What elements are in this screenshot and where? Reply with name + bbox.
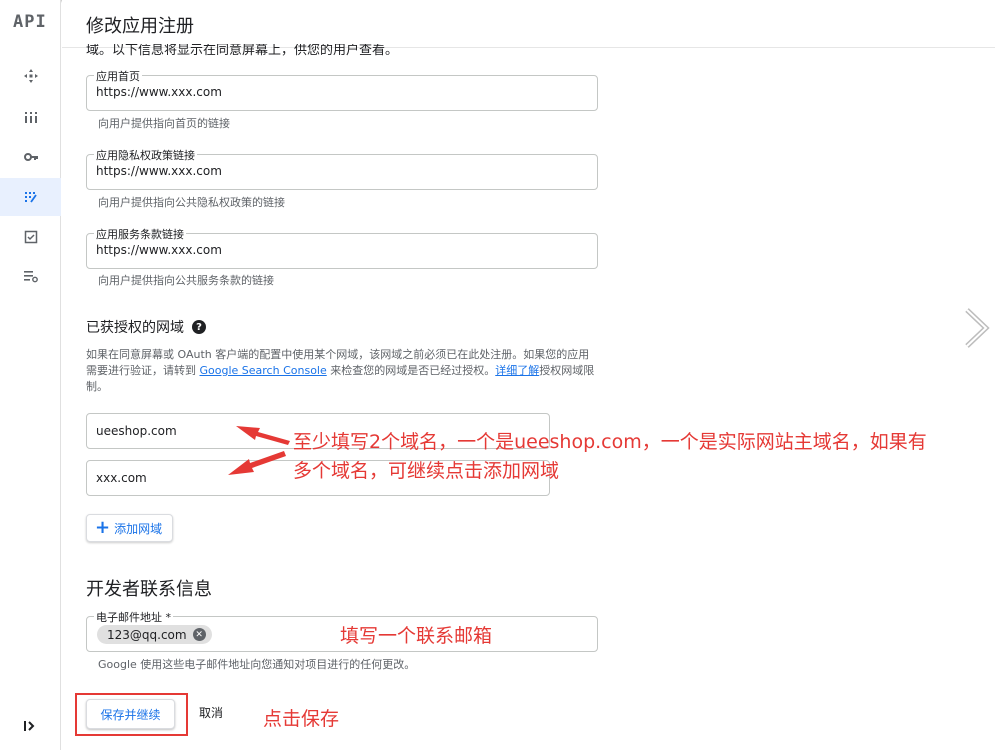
search-console-link[interactable]: Google Search Console [200,364,327,377]
tos-field[interactable]: 应用服务条款链接 https://www.xxx.com [86,226,598,269]
next-chevron-icon[interactable] [962,306,992,350]
privacy-value: https://www.xxx.com [96,164,222,178]
domain-verification-icon [24,230,37,244]
developer-contact-heading: 开发者联系信息 [86,579,212,600]
save-continue-button[interactable]: 保存并继续 [86,699,175,729]
tos-value: https://www.xxx.com [96,243,222,257]
privacy-field[interactable]: 应用隐私权政策链接 https://www.xxx.com [86,147,598,190]
email-chip-text: 123@qq.com [107,627,187,642]
tos-helper: 向用户提供指向公共服务条款的链接 [98,274,274,287]
api-logo: API [13,12,47,32]
tos-label: 应用服务条款链接 [94,226,186,242]
learn-more-link[interactable]: 详细了解 [495,364,539,377]
annotation-save: 点击保存 [263,708,340,730]
key-icon [23,153,38,161]
header: 修改应用注册 [62,0,995,48]
sidebar-item-dashboard[interactable] [0,57,61,95]
remove-chip-icon[interactable]: ✕ [192,628,206,641]
domain-value-1: ueeshop.com [96,424,177,438]
sidebar-item-domain-verification[interactable] [0,218,61,256]
homepage-value: https://www.xxx.com [96,85,222,99]
annotation-domains-line1: 至少填写2个域名，一个是ueeshop.com，一个是实际网站主域名，如果有 [293,431,927,453]
privacy-helper: 向用户提供指向公共隐私权政策的链接 [98,196,285,209]
library-icon [24,112,37,123]
cancel-button[interactable]: 取消 [199,704,223,721]
add-domain-label: 添加网域 [114,521,163,536]
sidebar-item-credentials[interactable] [0,138,61,176]
annotation-email: 填写一个联系邮箱 [340,625,493,647]
homepage-field[interactable]: 应用首页 https://www.xxx.com [86,68,598,111]
sidebar: API [0,0,61,750]
sidebar-item-library[interactable] [0,98,61,136]
settings-list-icon [23,271,38,283]
plus-icon: + [95,517,111,538]
dashboard-icon [23,69,38,83]
intro-text: 域。以下信息将显示在同意屏幕上，供您的用户查看。 [86,44,399,58]
desc-text-2: 来检查您的网域是否已经过授权。 [326,364,496,377]
add-domain-button[interactable]: + 添加网域 [86,514,174,542]
homepage-helper: 向用户提供指向首页的链接 [98,117,230,130]
annotation-domains-line2: 多个域名，可继续点击添加网域 [293,460,560,482]
help-icon[interactable]: ? [192,320,206,334]
email-label: 电子邮件地址 * [94,609,173,625]
email-chip: 123@qq.com ✕ [97,625,212,644]
homepage-label: 应用首页 [94,68,142,84]
oauth-consent-icon [24,192,37,203]
sidebar-item-oauth-consent[interactable] [0,178,61,216]
authorized-domains-title: 已获授权的网域 [86,320,184,336]
privacy-label: 应用隐私权政策链接 [94,147,197,163]
sidebar-item-page-usage[interactable] [0,257,61,295]
authorized-domains-heading: 已获授权的网域 ? [86,317,206,337]
page-title: 修改应用注册 [86,16,194,37]
collapse-icon[interactable] [22,718,38,734]
email-helper: Google 使用这些电子邮件地址向您通知对项目进行的任何更改。 [98,658,416,671]
domain-value-2: xxx.com [96,471,147,485]
authorized-domains-description: 如果在同意屏幕或 OAuth 客户端的配置中使用某个网域，该网域之前必须已在此处… [86,347,596,395]
